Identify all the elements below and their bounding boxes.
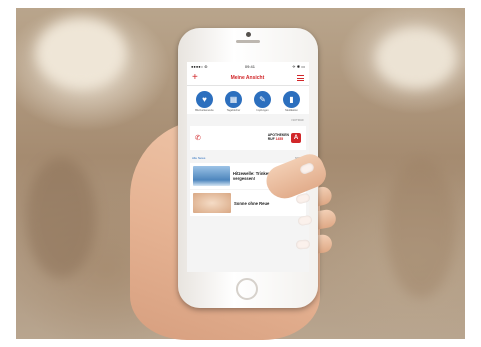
- shortcut-calendar[interactable]: ▦ Tagebücher: [221, 91, 247, 112]
- news-title: Sonne ohne Reue: [234, 200, 270, 206]
- shortcut-label: Blutzuckerwerte: [195, 109, 214, 112]
- shortcut-label: Medikation: [285, 109, 298, 112]
- shortcut-heart[interactable]: ♥ Blutzuckerwerte: [192, 91, 218, 112]
- status-bar: ●●●●○ ⊛ 09:41 ✈ ✱ ▭: [187, 62, 309, 71]
- speaker: [236, 40, 260, 43]
- syringe-icon: ✎: [254, 91, 271, 108]
- shortcut-bottle[interactable]: ▮ Medikation: [279, 91, 305, 112]
- hamburger-icon[interactable]: [297, 74, 304, 82]
- page-title: Meine Ansicht: [230, 75, 265, 81]
- apotheken-ruf-logo: APOTHEKEN RUF 1455 A: [268, 133, 301, 143]
- skin-image: [193, 193, 231, 213]
- shortcut-label: Impfungen: [256, 109, 269, 112]
- notruf-header: NOTRUF: [291, 118, 305, 122]
- calendar-icon: ▦: [225, 91, 242, 108]
- status-left: ●●●●○ ⊛: [191, 64, 208, 69]
- apotheke-a-icon: A: [291, 133, 301, 143]
- logo-number: 1455: [275, 137, 284, 141]
- water-glass-image: [193, 166, 230, 186]
- status-right: ✈ ✱ ▭: [292, 64, 305, 69]
- bottle-icon: ▮: [283, 91, 300, 108]
- phone-icon[interactable]: ✆: [195, 134, 201, 142]
- shortcut-row: ♥ Blutzuckerwerte ▦ Tagebücher ✎ Impfung…: [187, 86, 309, 114]
- camera: [246, 32, 251, 37]
- shortcut-label: Tagebücher: [226, 109, 241, 112]
- home-button[interactable]: [236, 278, 258, 300]
- nav-bar: + Meine Ansicht: [187, 71, 309, 86]
- heart-pulse-icon: ♥: [196, 91, 213, 108]
- plus-icon[interactable]: +: [192, 73, 198, 83]
- status-time: 09:41: [244, 64, 255, 69]
- shortcut-syringe[interactable]: ✎ Impfungen: [250, 91, 276, 112]
- notruf-card[interactable]: ✆ APOTHEKEN RUF 1455 A: [190, 126, 306, 150]
- logo-line2: RUF: [267, 137, 275, 141]
- logo-text: APOTHEKEN RUF 1455: [267, 133, 289, 142]
- all-news-link[interactable]: Alle News: [192, 156, 205, 160]
